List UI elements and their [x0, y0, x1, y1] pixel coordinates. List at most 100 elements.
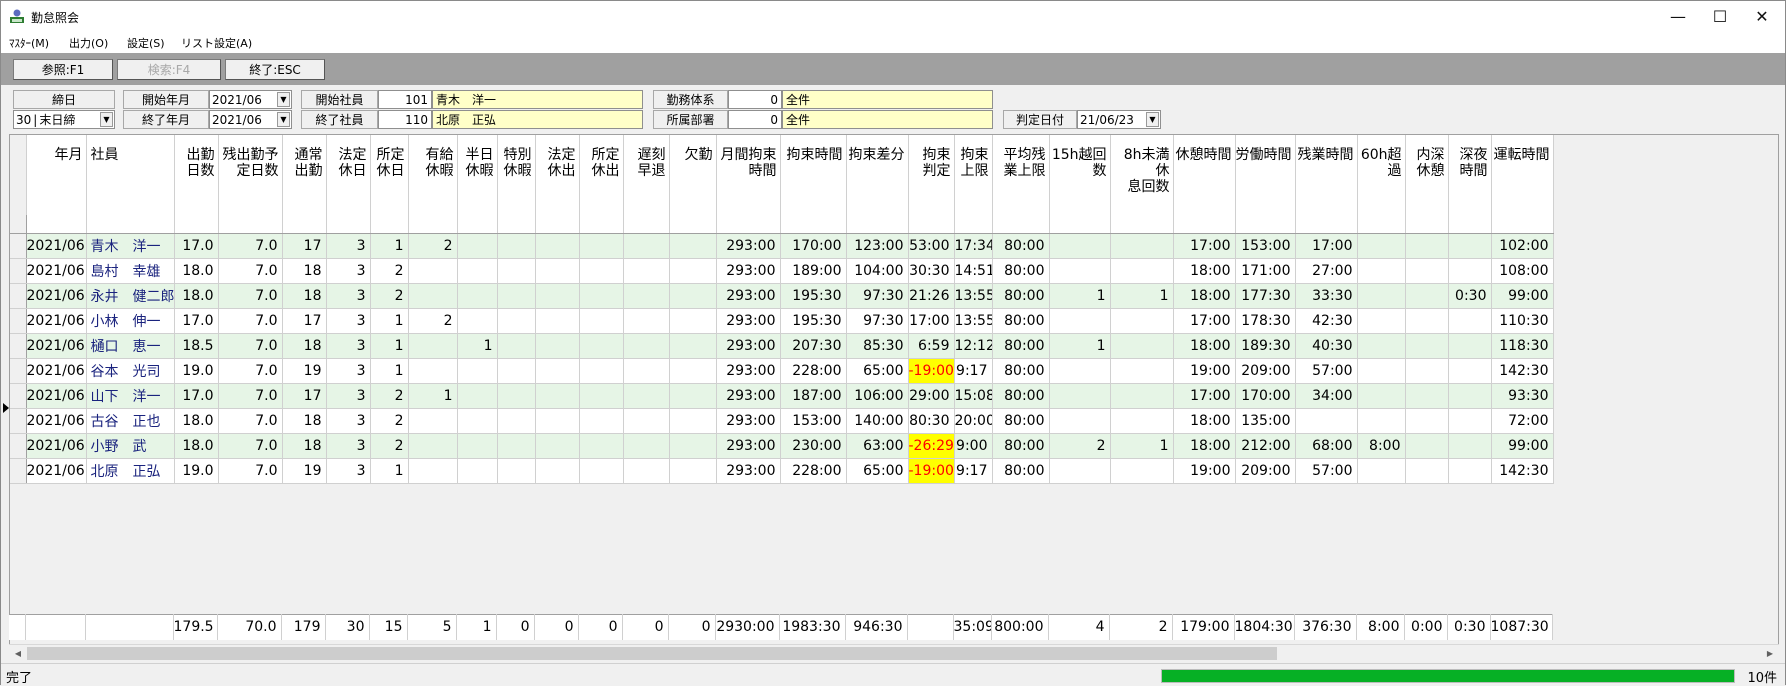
- row-indicator[interactable]: [10, 408, 27, 434]
- column-header[interactable]: 遅刻 早退: [623, 135, 670, 215]
- closing-day-select[interactable]: 30 | 末日締 ▼: [13, 110, 115, 129]
- row-indicator[interactable]: [10, 458, 27, 484]
- row-indicator[interactable]: [10, 233, 27, 259]
- scroll-left-icon[interactable]: ◀: [11, 647, 25, 660]
- row-indicator[interactable]: [10, 333, 27, 359]
- column-header[interactable]: 年月: [26, 135, 87, 215]
- column-header[interactable]: 8h未満休 息回数: [1110, 135, 1174, 215]
- table-cell: [579, 233, 624, 259]
- attendance-grid[interactable]: 年月 社員 出勤 日数 残出勤予 定日数 通常 出勤 法定 休日 所定 休日 有給 休暇 半日 休暇 特別 休暇法…: [9, 134, 1779, 646]
- menu-list-settings[interactable]: リスト設定(A): [181, 35, 252, 51]
- table-cell: 57:00: [1295, 458, 1358, 484]
- table-row[interactable]: 2021/06 北原 正弘 19.0 7.0 19 3 1 293:00 228:00 65:00…: [10, 458, 1554, 484]
- table-cell: 2: [370, 433, 409, 459]
- end-employee-code[interactable]: 110: [378, 110, 432, 129]
- start-employee-code[interactable]: 101: [378, 90, 432, 109]
- chevron-down-icon[interactable]: ▼: [1146, 112, 1159, 127]
- column-header[interactable]: 法定 休日: [326, 135, 371, 215]
- table-row[interactable]: 2021/06 小野 武 18.0 7.0 18 3 2 293:00 230:00 63:00-…: [10, 433, 1554, 459]
- empty-cell: [408, 558, 457, 583]
- column-header[interactable]: 月間拘束 時間: [716, 135, 781, 215]
- start-month-select[interactable]: 2021/06 ▼: [209, 90, 292, 109]
- department-code[interactable]: 0: [728, 110, 782, 129]
- table-row[interactable]: 2021/06 樋口 恵一 18.5 7.0 18 3 1 1 293:00 207:30 85:3…: [10, 333, 1554, 359]
- row-indicator[interactable]: [10, 308, 27, 334]
- empty-cell: [1448, 558, 1491, 583]
- scroll-thumb[interactable]: [27, 647, 1277, 660]
- scroll-right-icon[interactable]: ▶: [1763, 647, 1777, 660]
- row-indicator[interactable]: [10, 258, 27, 284]
- table-cell: 153:00: [1235, 233, 1296, 259]
- menu-output[interactable]: 出力(O): [69, 35, 108, 51]
- table-cell: [408, 283, 458, 309]
- header-strip-cell: [846, 215, 909, 234]
- empty-cell: [26, 533, 86, 558]
- column-header[interactable]: 拘束 判定: [908, 135, 955, 215]
- column-header[interactable]: 拘束差分: [846, 135, 909, 215]
- column-header[interactable]: 拘束 上限: [954, 135, 993, 215]
- column-header[interactable]: 通常 出勤: [282, 135, 327, 215]
- search-button[interactable]: 検索:F4: [117, 59, 221, 80]
- maximize-button[interactable]: ☐: [1697, 1, 1743, 31]
- reference-button[interactable]: 参照:F1: [13, 59, 113, 80]
- close-button[interactable]: ✕: [1739, 1, 1785, 31]
- table-row[interactable]: 2021/06 青木 洋一 17.0 7.0 17 3 1 2 293:00 170:00 123:…: [10, 233, 1554, 259]
- table-cell: 293:00: [716, 283, 781, 309]
- column-header[interactable]: 休憩時間: [1173, 135, 1236, 215]
- row-indicator[interactable]: [10, 283, 27, 309]
- column-header[interactable]: 特別 休暇: [497, 135, 536, 215]
- column-header[interactable]: 平均残 業上限: [992, 135, 1050, 215]
- total-cell: 2: [1109, 614, 1173, 640]
- column-header[interactable]: 所定 休出: [579, 135, 624, 215]
- minimize-button[interactable]: —: [1655, 1, 1701, 31]
- column-header[interactable]: 所定 休日: [370, 135, 409, 215]
- table-row[interactable]: 2021/06 島村 幸雄 18.0 7.0 18 3 2 293:00 189:00 104:0…: [10, 258, 1554, 284]
- table-row[interactable]: 2021/06 山下 洋一 17.0 7.0 17 3 2 1 293:00 187:00 106:…: [10, 383, 1554, 409]
- table-cell: -19:00: [908, 358, 955, 384]
- column-header[interactable]: 拘束時間: [780, 135, 847, 215]
- column-header[interactable]: 社員: [86, 135, 175, 215]
- column-header[interactable]: 出勤 日数: [174, 135, 219, 215]
- menu-settings[interactable]: 設定(S): [127, 35, 165, 51]
- horizontal-scrollbar[interactable]: ◀ ▶: [9, 644, 1779, 661]
- column-header[interactable]: 法定 休出: [535, 135, 580, 215]
- menu-master[interactable]: ﾏｽﾀｰ(M): [9, 35, 49, 51]
- work-system-code[interactable]: 0: [728, 90, 782, 109]
- table-row[interactable]: 2021/06 小林 伸一 17.0 7.0 17 3 1 2 293:00 195:30 97:3…: [10, 308, 1554, 334]
- table-cell: 古谷 正也: [86, 408, 175, 434]
- column-header-label: 所定: [376, 147, 405, 163]
- column-header[interactable]: 半日 休暇: [457, 135, 498, 215]
- column-header[interactable]: 運転時間: [1491, 135, 1554, 215]
- column-header[interactable]: 有給 休暇: [408, 135, 458, 215]
- table-row[interactable]: 2021/06 谷本 光司 19.0 7.0 19 3 1 293:00 228:00 65:00…: [10, 358, 1554, 384]
- table-cell: [497, 433, 536, 459]
- table-cell: 17:00: [1173, 308, 1236, 334]
- chevron-down-icon[interactable]: ▼: [277, 112, 290, 127]
- table-cell: [1448, 408, 1492, 434]
- column-header[interactable]: 深夜 時間: [1448, 135, 1492, 215]
- row-indicator[interactable]: [10, 433, 27, 459]
- column-header[interactable]: 残出勤予 定日数: [218, 135, 283, 215]
- column-header[interactable]: 15h越回数: [1049, 135, 1111, 215]
- column-header[interactable]: 残業時間: [1295, 135, 1358, 215]
- row-indicator[interactable]: [10, 358, 27, 384]
- table-row[interactable]: 2021/06 永井 健二郎 18.0 7.0 18 3 2 293:00 195:30 97:3…: [10, 283, 1554, 309]
- column-header-label: 休出: [547, 163, 576, 179]
- judge-date-select[interactable]: 21/06/23 ▼: [1077, 110, 1161, 129]
- column-header[interactable]: 60h超過: [1357, 135, 1406, 215]
- empty-cell: [1049, 533, 1110, 558]
- table-cell: 18.0: [174, 433, 219, 459]
- chevron-down-icon[interactable]: ▼: [100, 112, 113, 127]
- column-header[interactable]: 欠勤: [669, 135, 717, 215]
- header-strip-cell: [623, 215, 670, 234]
- column-header[interactable]: 内深 休憩: [1405, 135, 1449, 215]
- row-indicator[interactable]: [10, 383, 27, 409]
- table-cell: 187:00: [780, 383, 847, 409]
- chevron-down-icon[interactable]: ▼: [277, 92, 290, 107]
- exit-button[interactable]: 終了:ESC: [225, 59, 325, 80]
- column-header[interactable]: 労働時間: [1235, 135, 1296, 215]
- table-row[interactable]: 2021/06 古谷 正也 18.0 7.0 18 3 2 293:00 153:00 140:0…: [10, 408, 1554, 434]
- table-cell: 17: [282, 383, 327, 409]
- end-month-select[interactable]: 2021/06 ▼: [209, 110, 292, 129]
- table-cell: [1110, 333, 1174, 359]
